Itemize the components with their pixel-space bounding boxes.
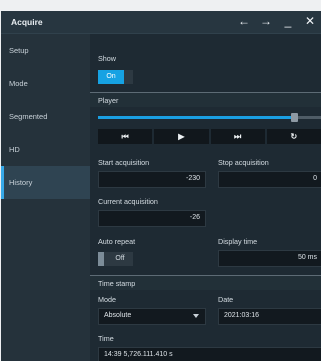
title-bar-controls: ← → _ ✕ [233,14,321,29]
show-label: Show [98,54,116,63]
player-section-header: Player [90,92,321,107]
close-icon[interactable]: ✕ [299,14,321,29]
auto-repeat-label: Auto repeat [98,237,136,246]
sidebar: Setup Mode Segmented HD History [1,34,90,361]
sidebar-item-setup[interactable]: Setup [1,34,90,67]
auto-repeat-toggle[interactable]: Off [98,252,133,266]
sidebar-item-hd[interactable]: HD [1,133,90,166]
stop-acquisition-field[interactable]: 0 [218,171,321,188]
title-bar: Acquire ← → _ ✕ [1,11,321,34]
player-controls: ⏮ ▶ ⏭ ↻ [98,129,321,144]
player-slider-thumb[interactable] [291,113,298,122]
start-acquisition-value: -230 [185,175,200,182]
time-field[interactable]: 14:39 5,726.111.410 s [98,347,321,361]
dialog-title: Acquire [11,17,43,27]
history-panel: Show On Player ⏮ ▶ ⏭ ↻ Start acquisition… [90,34,321,361]
current-acquisition-value: -26 [189,214,200,221]
date-label: Date [218,295,234,304]
display-time-field[interactable]: 50 ms [218,250,321,267]
time-label: Time [98,334,114,343]
screen: Acquire ← → _ ✕ Setup Mode Segmented HD [0,0,321,361]
stop-acquisition-value: 0 [313,175,317,182]
time-value: 14:39 5,726.111.410 s [104,351,173,358]
acquire-dialog: Acquire ← → _ ✕ Setup Mode Segmented HD [1,11,321,361]
start-acquisition-field[interactable]: -230 [98,171,206,188]
mode-label: Mode [98,295,116,304]
mode-select-value: Absolute [104,312,132,319]
player-slider[interactable] [98,113,321,122]
sidebar-item-label: History [9,178,33,187]
show-toggle-state: On [98,70,124,84]
date-field[interactable]: 2021:03:16 [218,308,321,325]
skip-to-end-icon[interactable]: ⏭ [210,129,265,144]
start-acquisition-label: Start acquisition [98,158,150,167]
sidebar-item-mode[interactable]: Mode [1,67,90,100]
time-stamp-label: Time stamp [98,279,136,288]
sidebar-item-history[interactable]: History [1,166,90,199]
skip-to-start-icon[interactable]: ⏮ [98,129,153,144]
display-time-value: 50 ms [297,254,317,261]
auto-repeat-toggle-knob [98,252,104,266]
display-time-label: Display time [218,237,258,246]
minimize-icon[interactable]: _ [277,14,299,29]
forward-arrow-icon[interactable]: → [255,14,277,29]
date-value: 2021:03:16 [224,312,260,319]
stop-acquisition-label: Stop acquisition [218,158,269,167]
auto-repeat-toggle-state: Off [115,255,125,262]
repeat-icon[interactable]: ↻ [266,129,321,144]
current-acquisition-field[interactable]: -26 [98,210,206,227]
current-acquisition-label: Current acquisition [98,197,158,206]
time-stamp-section-header: Time stamp [90,275,321,290]
player-slider-fill [98,116,294,119]
play-icon[interactable]: ▶ [154,129,209,144]
sidebar-item-segmented[interactable]: Segmented [1,100,90,133]
back-arrow-icon[interactable]: ← [233,14,255,29]
sidebar-item-label: Setup [9,46,29,55]
show-toggle[interactable]: On [98,70,133,84]
sidebar-item-label: Segmented [9,112,48,121]
player-label: Player [98,96,119,105]
chevron-down-icon [193,314,199,318]
mode-select[interactable]: Absolute [98,308,206,325]
sidebar-item-label: Mode [9,79,28,88]
sidebar-item-label: HD [9,145,20,154]
